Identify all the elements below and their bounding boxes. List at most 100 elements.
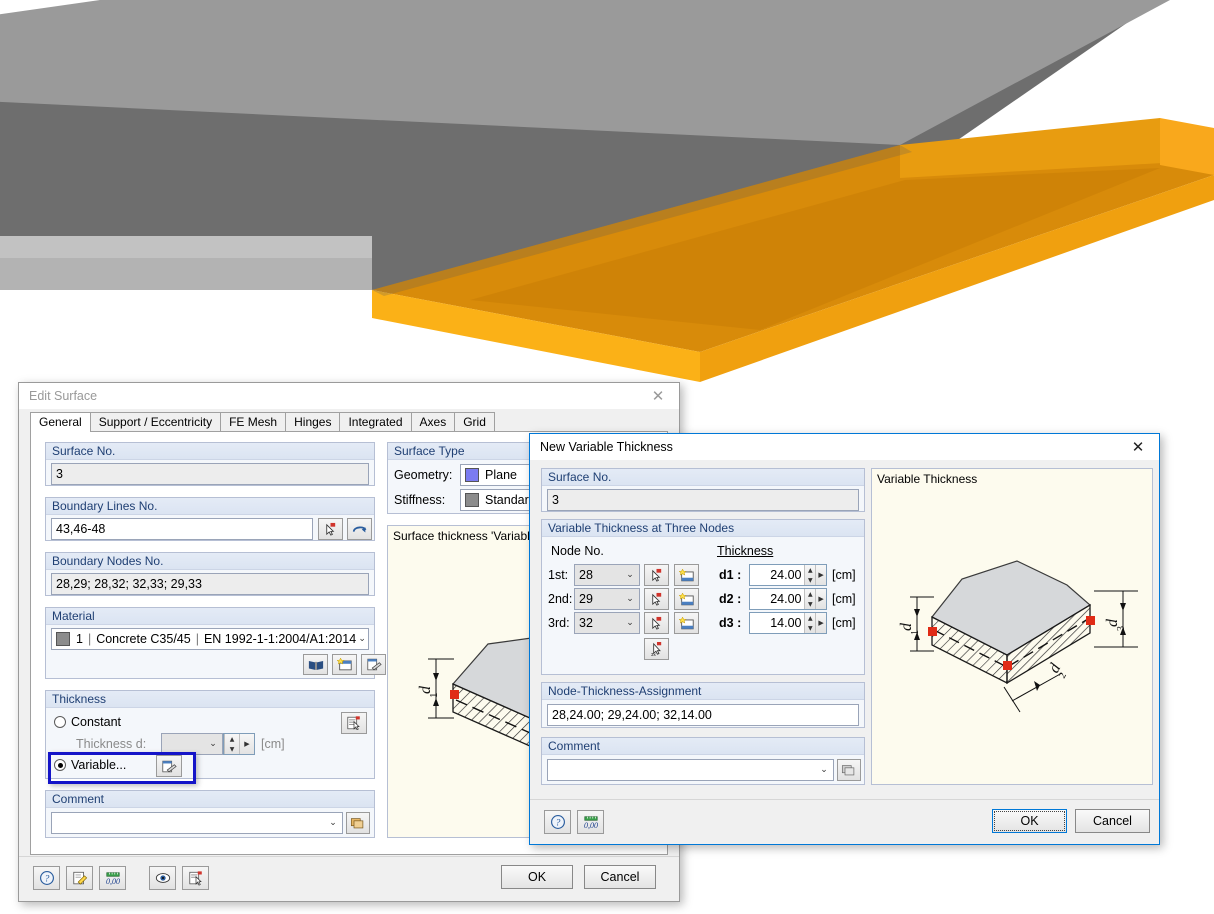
tab-hinges[interactable]: Hinges xyxy=(285,412,341,431)
node-1-combo[interactable]: 28 ⌄ xyxy=(574,564,640,586)
book-icon xyxy=(308,660,323,670)
spinner-down-icon[interactable]: ▼ xyxy=(805,623,815,633)
material-edit-icon[interactable] xyxy=(361,654,386,675)
group-caption-nvt-comment: Comment xyxy=(542,738,864,755)
nvt-ok-button[interactable]: OK xyxy=(992,809,1067,833)
chevron-down-icon[interactable]: ⌄ xyxy=(621,565,639,585)
close-icon[interactable]: ✕ xyxy=(637,383,679,409)
chevron-down-icon[interactable]: ⌄ xyxy=(815,760,833,780)
comment-combo[interactable]: ⌄ xyxy=(51,812,343,834)
spinner-up-icon[interactable]: ▲ xyxy=(805,565,815,575)
spinner-up-icon[interactable]: ▲ xyxy=(225,734,239,744)
group-caption-thickness: Thickness xyxy=(46,691,374,708)
group-caption-material: Material xyxy=(46,608,374,625)
geometry-color-swatch xyxy=(465,468,479,482)
node-2-pick-icon[interactable] xyxy=(644,588,669,610)
tab-axes[interactable]: Axes xyxy=(410,412,456,431)
select-lines-icon[interactable] xyxy=(347,518,372,540)
edit-surface-tabs: General Support / Eccentricity FE Mesh H… xyxy=(30,412,668,432)
thickness-d-spinner[interactable]: ▲ ▼ ▶ xyxy=(223,733,255,755)
svg-text:?: ? xyxy=(555,818,560,829)
chevron-down-icon[interactable]: ⌄ xyxy=(621,589,639,609)
help-icon[interactable]: ? xyxy=(33,866,60,890)
pick-three-nodes-icon[interactable]: 3x xyxy=(644,638,669,660)
material-standard: EN 1992-1-1:2004/A1:2014 xyxy=(203,632,357,646)
spinner-more-icon[interactable]: ▶ xyxy=(815,565,826,585)
d1-input[interactable] xyxy=(750,565,805,585)
node-row-1-ordinal: 1st: xyxy=(548,568,569,582)
material-library-icon[interactable] xyxy=(303,654,328,675)
chevron-down-icon[interactable]: ⌄ xyxy=(324,813,342,833)
stiffness-label: Stiffness: xyxy=(394,493,446,507)
d2-input[interactable] xyxy=(750,589,805,609)
close-icon[interactable]: ✕ xyxy=(1117,434,1159,460)
node-2-combo[interactable]: 29 ⌄ xyxy=(574,588,640,610)
help-icon[interactable]: ? xyxy=(544,810,571,834)
spinner-updown[interactable]: ▲ ▼ xyxy=(804,589,816,609)
spinner-down-icon[interactable]: ▼ xyxy=(805,599,815,609)
thickness-pick-icon[interactable] xyxy=(341,712,367,734)
chevron-down-icon[interactable]: ⌄ xyxy=(204,734,222,754)
spinner-more-icon[interactable]: ▶ xyxy=(815,589,826,609)
d3-spinner[interactable]: ▲▼ ▶ xyxy=(749,612,827,634)
node-3-combo[interactable]: 32 ⌄ xyxy=(574,612,640,634)
node-1-new-icon[interactable] xyxy=(674,564,699,586)
thickness-d-combo[interactable]: ⌄ xyxy=(161,733,223,755)
boundary-nodes-field[interactable]: 28,29; 28,32; 32,33; 29,33 xyxy=(51,573,369,595)
nvt-cancel-button[interactable]: Cancel xyxy=(1075,809,1150,833)
comment-library-icon[interactable] xyxy=(346,812,370,834)
material-combo[interactable]: 1 | Concrete C35/45 | EN 1992-1-1:2004/A… xyxy=(51,628,369,650)
material-new-icon[interactable] xyxy=(332,654,357,675)
node-row-2-ordinal: 2nd: xyxy=(548,592,573,606)
units-icon[interactable]: 0,00 xyxy=(577,810,604,834)
boundary-lines-input[interactable]: 43,46-48 xyxy=(51,518,313,540)
spinner-more-icon[interactable]: ▶ xyxy=(239,734,254,754)
node-3-pick-icon[interactable] xyxy=(644,612,669,634)
spinner-up-icon[interactable]: ▲ xyxy=(805,613,815,623)
eye-icon xyxy=(155,873,170,883)
spinner-updown[interactable]: ▲ ▼ xyxy=(224,734,239,754)
d3-label: d3 : xyxy=(719,616,742,630)
pick-lines-icon[interactable] xyxy=(318,518,343,540)
cancel-button[interactable]: Cancel xyxy=(584,865,656,889)
d2-spinner[interactable]: ▲▼ ▶ xyxy=(749,588,827,610)
edit-icon[interactable] xyxy=(66,866,93,890)
units-icon[interactable]: 0,00 xyxy=(99,866,126,890)
d3-input[interactable] xyxy=(750,613,805,633)
spinner-updown[interactable]: ▲ ▼ xyxy=(804,613,816,633)
radio-variable-label: Variable... xyxy=(71,758,127,772)
node-2-new-icon[interactable] xyxy=(674,588,699,610)
pick-icon[interactable] xyxy=(182,866,209,890)
spinner-up-icon[interactable]: ▲ xyxy=(805,589,815,599)
radio-constant[interactable]: Constant xyxy=(54,715,121,729)
nvt-comment-library-icon[interactable] xyxy=(837,759,861,781)
spinner-more-icon[interactable]: ▶ xyxy=(815,613,826,633)
assignment-field[interactable]: 28,24.00; 29,24.00; 32,14.00 xyxy=(547,704,859,726)
group-caption-surface-no: Surface No. xyxy=(46,443,374,460)
spinner-updown[interactable]: ▲ ▼ xyxy=(804,565,816,585)
group-thickness: Thickness Constant Thickness d: ⌄ ▲ ▼ ▶ … xyxy=(45,690,375,779)
group-caption-comment: Comment xyxy=(46,791,374,808)
view-icon[interactable] xyxy=(149,866,176,890)
node-1-pick-icon[interactable] xyxy=(644,564,669,586)
variable-thickness-edit-icon[interactable] xyxy=(156,755,182,777)
tab-fe-mesh[interactable]: FE Mesh xyxy=(220,412,287,431)
nvt-surface-no-field[interactable]: 3 xyxy=(547,489,859,511)
material-sep-1: | xyxy=(87,632,92,646)
node-3-new-icon[interactable] xyxy=(674,612,699,634)
surface-no-field[interactable]: 3 xyxy=(51,463,369,485)
tab-general[interactable]: General xyxy=(30,412,91,432)
spinner-down-icon[interactable]: ▼ xyxy=(805,575,815,585)
radio-variable[interactable]: Variable... xyxy=(54,758,126,772)
surface-3d-illustration xyxy=(0,0,1214,382)
chevron-down-icon[interactable]: ⌄ xyxy=(621,613,639,633)
ok-button[interactable]: OK xyxy=(501,865,573,889)
nvt-comment-combo[interactable]: ⌄ xyxy=(547,759,834,781)
chevron-down-icon[interactable]: ⌄ xyxy=(356,629,368,649)
tab-support-eccentricity[interactable]: Support / Eccentricity xyxy=(89,412,222,431)
d1-spinner[interactable]: ▲▼ ▶ xyxy=(749,564,827,586)
tab-grid[interactable]: Grid xyxy=(454,412,495,431)
spinner-down-icon[interactable]: ▼ xyxy=(225,744,239,754)
tab-integrated[interactable]: Integrated xyxy=(339,412,412,431)
table-pick-icon xyxy=(347,716,360,730)
